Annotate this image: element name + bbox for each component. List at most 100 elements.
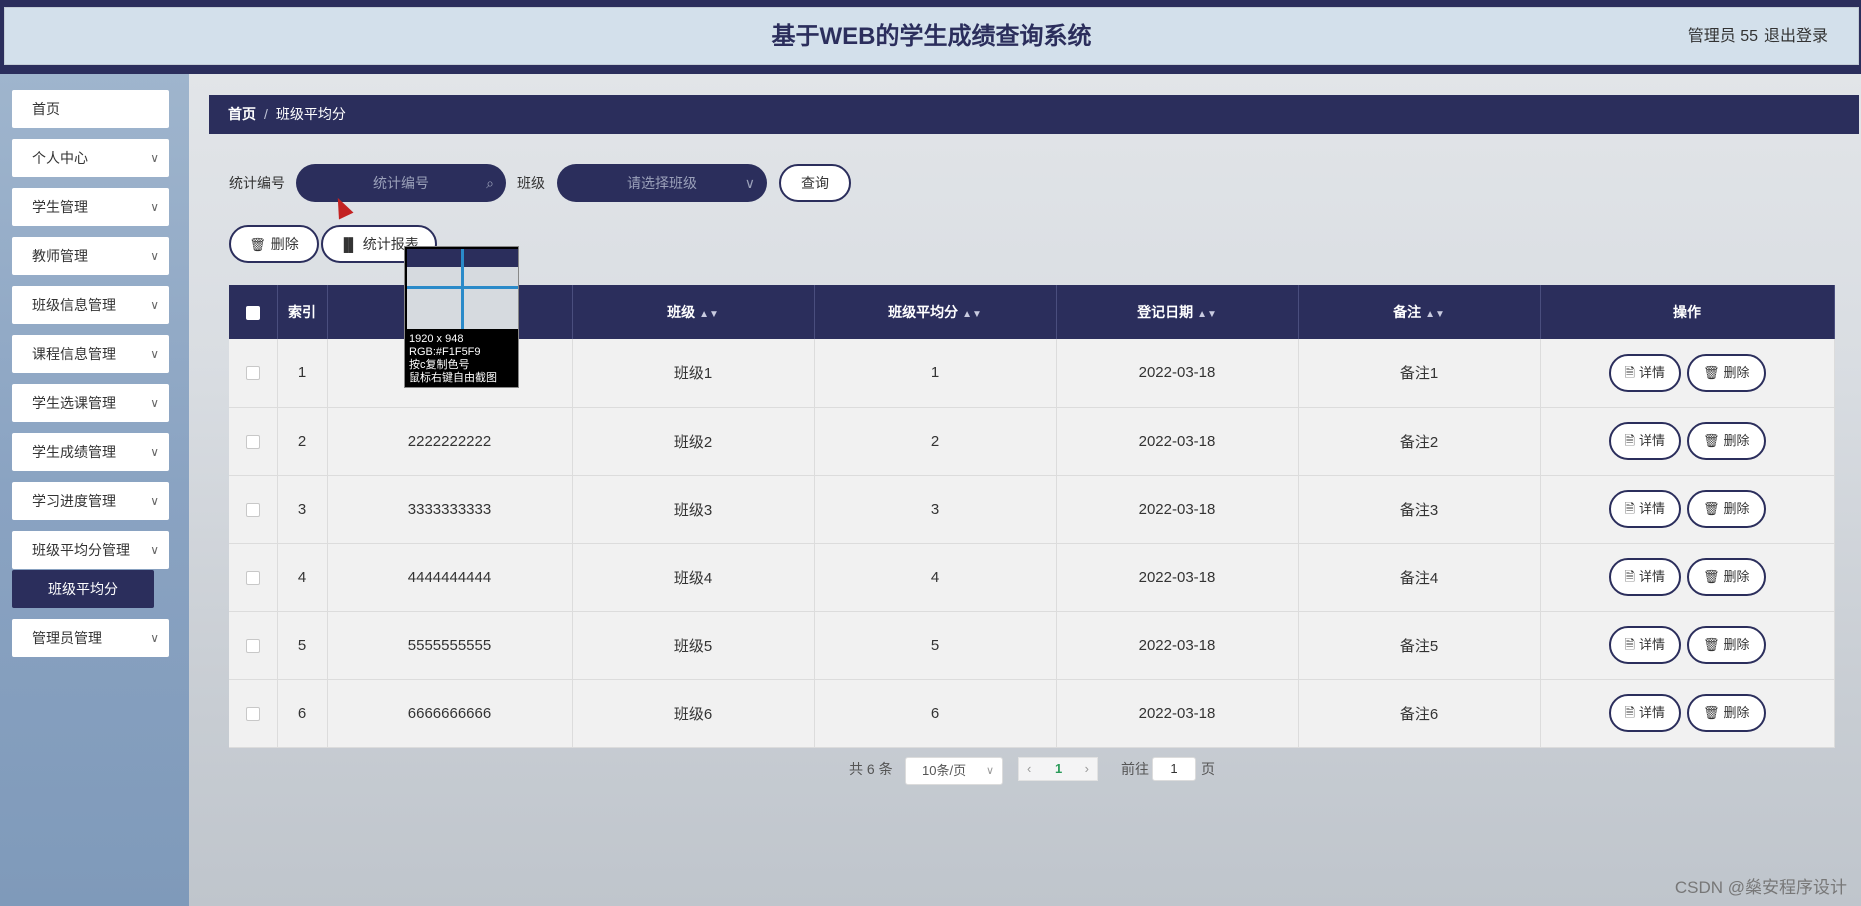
cell-ops: 🗎 详情 🗑 删除 (1540, 339, 1835, 408)
sort-icon[interactable]: ▲▼ (1197, 309, 1217, 320)
detail-button[interactable]: 🗎 详情 (1608, 694, 1681, 732)
cell-remark: 备注5 (1298, 611, 1541, 680)
row-checkbox[interactable] (245, 434, 260, 449)
current-page[interactable]: 1 (1055, 758, 1062, 780)
document-icon: 🗎 (1624, 433, 1635, 448)
sidebar-item[interactable]: 课程信息管理 ∨ (12, 335, 169, 373)
cell-code: 5555555555 (327, 611, 573, 680)
cell-remark: 备注2 (1298, 407, 1541, 476)
row-checkbox[interactable] (245, 638, 260, 653)
top-bar: 基于WEB的学生成绩查询系统 管理员 55 退出登录 (0, 0, 1861, 74)
breadcrumb-home[interactable]: 首页 (228, 106, 256, 122)
logout-link[interactable]: 退出登录 (1764, 8, 1828, 66)
sidebar-item[interactable]: 学生管理 ∨ (12, 188, 169, 226)
chevron-down-icon: ∨ (150, 151, 159, 165)
row-select[interactable] (229, 611, 278, 680)
delete-button[interactable]: 🗑 删除 (1686, 694, 1766, 732)
detail-label: 详情 (1638, 501, 1665, 516)
header-select-all[interactable] (229, 285, 278, 339)
row-checkbox[interactable] (245, 706, 260, 721)
header-avg[interactable]: 班级平均分 ▲▼ (814, 285, 1057, 339)
cell-index: 6 (277, 679, 328, 748)
row-select[interactable] (229, 679, 278, 748)
search-icon: ⌕ (486, 175, 494, 191)
document-icon: 🗎 (1624, 705, 1635, 720)
sort-icon[interactable]: ▲▼ (962, 309, 982, 320)
class-label: 班级 (517, 175, 545, 191)
delete-label: 删除 (1723, 569, 1750, 584)
delete-label: 删除 (1723, 364, 1750, 380)
delete-button[interactable]: 🗑 删除 (1686, 422, 1766, 460)
header-remark[interactable]: 备注 ▲▼ (1298, 285, 1541, 339)
detail-button[interactable]: 🗎 详情 (1608, 353, 1681, 392)
breadcrumb-current: 班级平均分 (275, 106, 346, 122)
chevron-down-icon: ∨ (150, 298, 159, 312)
cell-avg: 6 (814, 679, 1057, 748)
delete-button[interactable]: 🗑 删除 (1686, 490, 1766, 528)
sidebar-item[interactable]: 管理员管理 ∨ (12, 619, 169, 657)
cell-avg: 2 (814, 407, 1057, 476)
detail-label: 详情 (1638, 637, 1665, 652)
code-search-input[interactable]: 统计编号 ⌕ (296, 164, 506, 202)
pagination: 共 6 条 10条/页 ∨ ‹ 1 › 前往 1 页 (0, 754, 1861, 785)
sidebar-item-label: 课程信息管理 (32, 346, 116, 362)
row-checkbox[interactable] (245, 366, 260, 381)
row-select[interactable] (229, 543, 278, 612)
delete-button[interactable]: 🗑 删除 (1686, 558, 1766, 596)
row-checkbox[interactable] (245, 570, 260, 585)
sidebar-item[interactable]: 首页 (12, 90, 169, 128)
sidebar-subitem-active[interactable]: 班级平均分 (12, 570, 154, 608)
header-date[interactable]: 登记日期 ▲▼ (1056, 285, 1299, 339)
cell-code: 3333333333 (327, 475, 573, 544)
sidebar-item[interactable]: 教师管理 ∨ (12, 237, 169, 275)
delete-button[interactable]: 🗑 删除 (1686, 626, 1766, 664)
cell-index: 5 (277, 611, 328, 680)
header-class[interactable]: 班级 ▲▼ (572, 285, 815, 339)
batch-delete-button[interactable]: 🗑 删除 (229, 225, 319, 263)
breadcrumb-separator: / (264, 106, 268, 122)
trash-icon: 🗑 (1702, 569, 1720, 584)
header: 基于WEB的学生成绩查询系统 管理员 55 退出登录 (4, 7, 1859, 65)
sort-icon[interactable]: ▲▼ (1425, 309, 1445, 320)
cell-class: 班级3 (572, 475, 815, 544)
sidebar-item[interactable]: 班级平均分管理 ∨ (12, 531, 169, 569)
header-ops: 操作 (1540, 285, 1835, 339)
cell-remark: 备注4 (1298, 543, 1541, 612)
sidebar-item[interactable]: 学生成绩管理 ∨ (12, 433, 169, 471)
cell-avg: 5 (814, 611, 1057, 680)
sidebar-item-label: 学生成绩管理 (32, 444, 116, 460)
table-row: 2 2222222222 班级2 2 2022-03-18 备注2 🗎 详情 🗑 删除 (229, 407, 1835, 476)
detail-button[interactable]: 🗎 详情 (1608, 626, 1681, 664)
sort-icon[interactable]: ▲▼ (699, 309, 719, 320)
detail-button[interactable]: 🗎 详情 (1608, 422, 1681, 460)
next-page-icon[interactable]: › (1085, 758, 1089, 780)
query-button[interactable]: 查询 (779, 164, 851, 202)
cell-ops: 🗎 详情 🗑 删除 (1540, 475, 1835, 544)
prev-page-icon[interactable]: ‹ (1027, 758, 1031, 780)
delete-button[interactable]: 🗑 删除 (1686, 353, 1766, 392)
magnifier-size: 1920 x 948 (409, 333, 464, 345)
sidebar-item-label: 首页 (32, 101, 60, 117)
detail-button[interactable]: 🗎 详情 (1608, 490, 1681, 528)
sidebar-item[interactable]: 学习进度管理 ∨ (12, 482, 169, 520)
pager-page-unit: 页 (1201, 761, 1215, 777)
goto-page-input[interactable]: 1 (1152, 757, 1196, 781)
row-select[interactable] (229, 339, 278, 408)
cell-code: 4444444444 (327, 543, 573, 612)
row-checkbox[interactable] (245, 502, 260, 517)
cell-class: 班级4 (572, 543, 815, 612)
sidebar-item[interactable]: 班级信息管理 ∨ (12, 286, 169, 324)
sidebar-item[interactable]: 个人中心 ∨ (12, 139, 169, 177)
watermark: CSDN @燊安程序设计 (1674, 878, 1847, 897)
cell-ops: 🗎 详情 🗑 删除 (1540, 679, 1835, 748)
delete-label: 删除 (1723, 433, 1750, 448)
select-all-checkbox[interactable] (245, 306, 260, 321)
sidebar-item[interactable]: 学生选课管理 ∨ (12, 384, 169, 422)
class-select[interactable]: 请选择班级 ∨ (557, 164, 767, 202)
chevron-down-icon: ∨ (150, 543, 159, 557)
document-icon: 🗎 (1624, 637, 1635, 652)
page-size-select[interactable]: 10条/页 ∨ (905, 757, 1003, 785)
row-select[interactable] (229, 407, 278, 476)
detail-button[interactable]: 🗎 详情 (1608, 558, 1681, 596)
row-select[interactable] (229, 475, 278, 544)
